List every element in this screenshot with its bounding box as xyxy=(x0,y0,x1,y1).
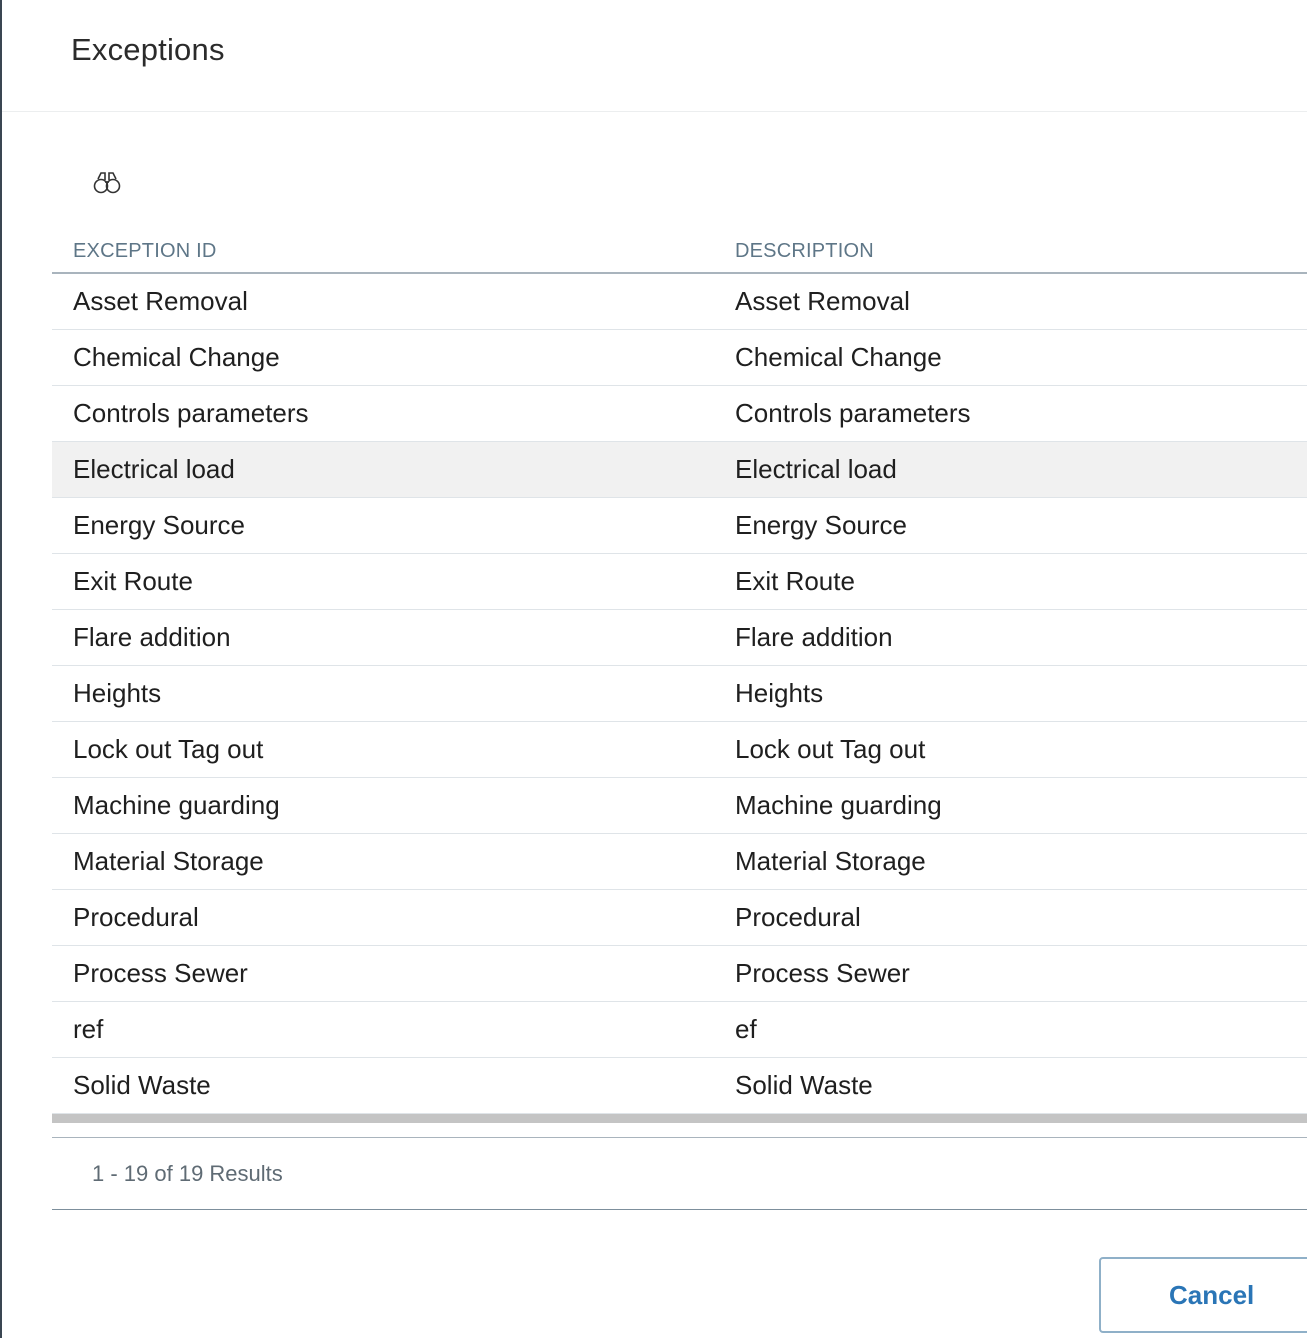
table-row[interactable]: Heights Heights xyxy=(52,666,1307,722)
binoculars-icon xyxy=(93,172,121,194)
cell-description: Material Storage xyxy=(735,846,926,876)
cell-exception-id: Exit Route xyxy=(73,566,193,596)
exceptions-dialog: Exceptions EXCEPTION ID DESCRIPTION Asse… xyxy=(0,0,1307,1338)
table-row[interactable]: Electrical load Electrical load xyxy=(52,442,1307,498)
cell-exception-id: Energy Source xyxy=(73,510,245,540)
cancel-button[interactable]: Cancel xyxy=(1099,1257,1307,1333)
cell-exception-id: Procedural xyxy=(73,902,199,932)
column-header-exception-id[interactable]: EXCEPTION ID xyxy=(52,236,735,263)
cell-description: ef xyxy=(735,1014,757,1044)
results-count: 1 - 19 of 19 Results xyxy=(92,1160,283,1186)
cell-description: Heights xyxy=(735,678,824,708)
cell-description: Asset Removal xyxy=(735,286,910,316)
cell-description: Energy Source xyxy=(735,510,907,540)
dialog-title: Exceptions xyxy=(71,32,225,67)
table-row[interactable]: Controls parameters Controls parameters xyxy=(52,386,1307,442)
table-row[interactable]: Exit Route Exit Route xyxy=(52,554,1307,610)
cell-exception-id: Chemical Change xyxy=(73,342,280,372)
table-row[interactable]: Chemical Change Chemical Change xyxy=(52,330,1307,386)
column-header-description[interactable]: DESCRIPTION xyxy=(735,236,1307,263)
cell-exception-id: Process Sewer xyxy=(73,958,248,988)
cell-exception-id: Asset Removal xyxy=(73,286,248,316)
table-row[interactable]: ref ef xyxy=(52,1002,1307,1058)
cell-exception-id: Lock out Tag out xyxy=(73,734,264,764)
table-row[interactable]: Process Sewer Process Sewer xyxy=(52,946,1307,1002)
search-button[interactable] xyxy=(90,168,126,198)
cell-exception-id: ref xyxy=(73,1014,104,1044)
table-row[interactable]: Lock out Tag out Lock out Tag out xyxy=(52,722,1307,778)
cell-exception-id: Electrical load xyxy=(73,454,235,484)
cell-exception-id: Solid Waste xyxy=(73,1070,211,1100)
cell-description: Solid Waste xyxy=(735,1070,873,1100)
table-row[interactable]: Asset Removal Asset Removal xyxy=(52,274,1307,330)
cell-exception-id: Material Storage xyxy=(73,846,264,876)
grid-header: EXCEPTION ID DESCRIPTION xyxy=(52,226,1307,274)
cell-description: Chemical Change xyxy=(735,342,942,372)
cell-description: Process Sewer xyxy=(735,958,910,988)
cell-exception-id: Heights xyxy=(73,678,162,708)
cell-description: Electrical load xyxy=(735,454,897,484)
pager: 1 - 19 of 19 Results xyxy=(52,1138,1307,1210)
table-row[interactable]: Material Storage Material Storage xyxy=(52,834,1307,890)
cell-description: Lock out Tag out xyxy=(735,734,926,764)
cell-exception-id: Machine guarding xyxy=(73,790,280,820)
table-row[interactable]: Procedural Procedural xyxy=(52,890,1307,946)
cell-description: Flare addition xyxy=(735,622,893,652)
cell-exception-id: Controls parameters xyxy=(73,398,309,428)
dialog-header: Exceptions xyxy=(2,0,1307,112)
grid-footer-divider xyxy=(52,1123,1307,1138)
exceptions-grid: EXCEPTION ID DESCRIPTION Asset Removal As… xyxy=(52,226,1307,1210)
cell-exception-id: Flare addition xyxy=(73,622,231,652)
table-row[interactable]: Energy Source Energy Source xyxy=(52,498,1307,554)
cell-description: Machine guarding xyxy=(735,790,942,820)
cell-description: Exit Route xyxy=(735,566,855,596)
table-row[interactable]: Flare addition Flare addition xyxy=(52,610,1307,666)
horizontal-scrollbar[interactable] xyxy=(52,1114,1307,1123)
table-row[interactable]: Solid Waste Solid Waste xyxy=(52,1058,1307,1114)
table-row[interactable]: Machine guarding Machine guarding xyxy=(52,778,1307,834)
grid-body: Asset Removal Asset Removal Chemical Chang… xyxy=(52,274,1307,1114)
cell-description: Procedural xyxy=(735,902,861,932)
cell-description: Controls parameters xyxy=(735,398,971,428)
